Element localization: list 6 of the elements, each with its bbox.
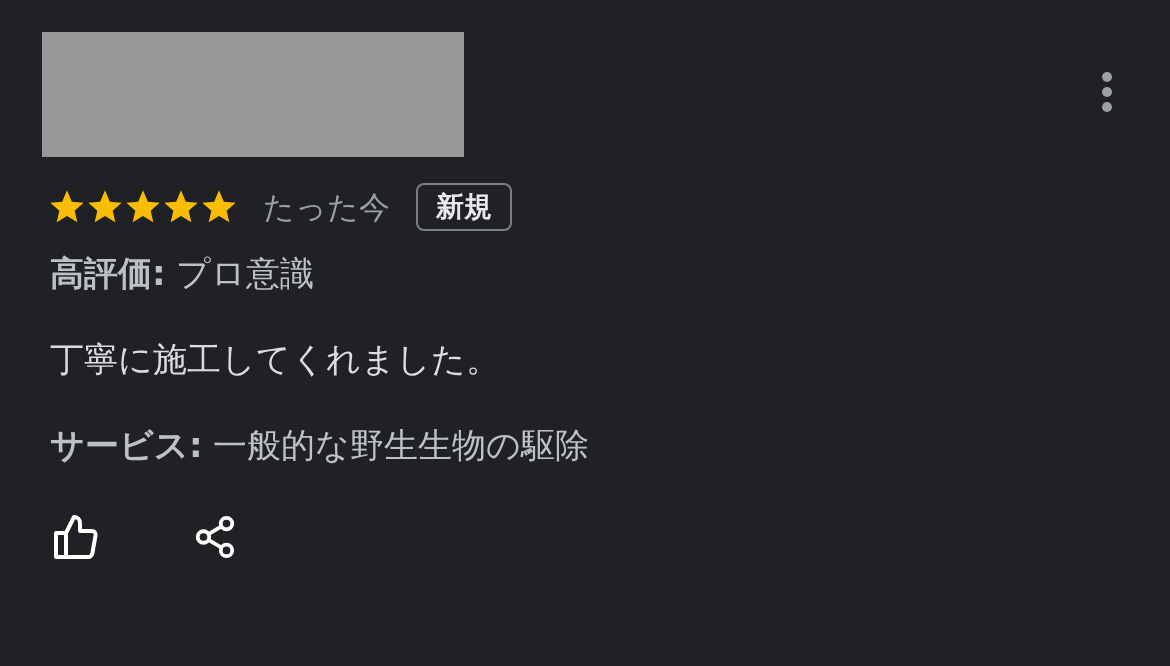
service-line: サービス: 一般的な野生生物の駆除 <box>50 424 591 467</box>
new-badge: 新規 <box>416 183 512 231</box>
review-text: 丁寧に施工してくれました。 <box>50 338 501 381</box>
positive-attribute: 高評価: プロ意識 <box>50 252 316 295</box>
more-options-icon[interactable] <box>1100 71 1114 113</box>
review-time: たった今 <box>263 187 390 227</box>
